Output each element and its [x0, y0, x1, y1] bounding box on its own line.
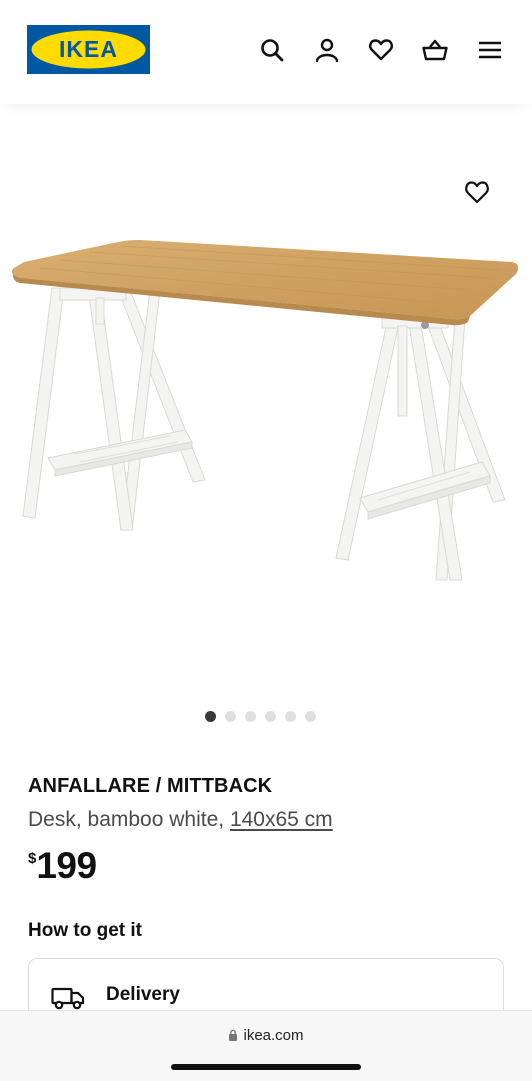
url-display[interactable]: ikea.com: [0, 1027, 532, 1044]
basket-icon[interactable]: [418, 33, 452, 67]
gallery-dot[interactable]: [205, 711, 216, 722]
favorite-heart-icon[interactable]: [458, 175, 496, 209]
account-icon[interactable]: [310, 33, 344, 67]
lock-icon: [229, 1029, 238, 1041]
product-price: $199: [28, 845, 97, 887]
url-text: ikea.com: [243, 1027, 304, 1044]
dimensions-link[interactable]: 140x65 cm: [230, 808, 333, 831]
browser-address-bar: ikea.com: [0, 1010, 532, 1081]
gallery-dot[interactable]: [265, 711, 276, 722]
logo-text: IKEA: [59, 36, 118, 62]
delivery-label: Delivery: [106, 984, 180, 1005]
gallery-dot[interactable]: [225, 711, 236, 722]
gallery-dot[interactable]: [245, 711, 256, 722]
how-to-get-it-heading: How to get it: [28, 920, 142, 941]
price-currency: $: [28, 850, 37, 867]
price-amount: 199: [36, 845, 97, 886]
menu-icon[interactable]: [473, 33, 507, 67]
gallery-dot[interactable]: [285, 711, 296, 722]
search-icon[interactable]: [255, 33, 289, 67]
home-indicator[interactable]: [171, 1064, 361, 1070]
truck-icon: [51, 987, 85, 1010]
heart-icon[interactable]: [364, 33, 398, 67]
ikea-logo[interactable]: IKEA: [27, 25, 150, 74]
product-name: ANFALLARE / MITTBACK: [28, 775, 273, 797]
gallery-dot[interactable]: [305, 711, 316, 722]
product-image[interactable]: [0, 150, 532, 650]
site-header: IKEA: [0, 0, 532, 104]
description-text: Desk, bamboo white,: [28, 808, 225, 831]
product-description: Desk, bamboo white, 140x65 cm: [28, 808, 333, 832]
gallery-pagination: [205, 711, 316, 722]
